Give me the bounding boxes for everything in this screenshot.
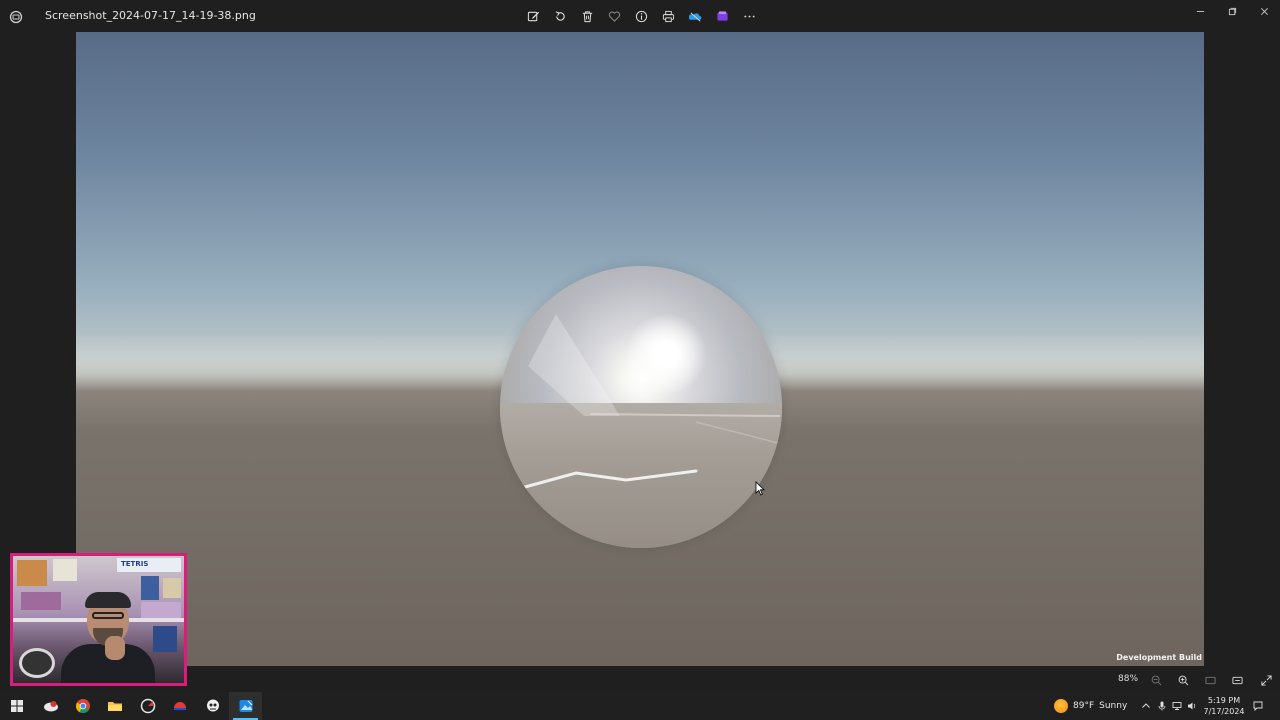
zoom-level[interactable]: 88% [1118,674,1138,684]
fit-to-window-icon[interactable] [1230,673,1244,687]
minimize-icon[interactable] [1184,0,1216,22]
sun-icon [1054,699,1068,713]
clock-time: 5:19 PM [1207,696,1241,705]
wall-poster [163,578,181,598]
zoom-in-icon[interactable] [1176,673,1190,687]
info-icon[interactable] [632,7,651,25]
wall-poster [53,559,77,581]
app-icon[interactable] [163,692,196,720]
network-icon[interactable] [1171,700,1183,712]
file-name-title: Screenshot_2024-07-17_14-19-38.png [45,9,256,22]
chrome-sphere [500,266,782,548]
development-build-label: Development Build [1116,653,1202,662]
wall-poster [153,626,177,652]
zoom-out-icon[interactable] [1149,673,1163,687]
weather-widget[interactable]: 89°F Sunny [1054,699,1127,713]
notifications-icon[interactable] [1252,700,1264,712]
photos-app-icon [9,9,23,24]
onedrive-icon[interactable] [686,7,705,25]
actual-size-icon[interactable] [1203,673,1217,687]
window-controls [1184,0,1280,22]
maximize-icon[interactable] [1216,0,1248,22]
print-icon[interactable] [659,7,678,25]
volume-icon[interactable] [1186,700,1198,712]
edit-icon[interactable] [524,7,543,25]
drum-kit [19,648,55,678]
webcam-overlay: TETRIS [10,553,187,686]
clock-date: 7/17/2024 [1203,707,1245,716]
system-clock[interactable]: 5:19 PM 7/17/2024 [1200,695,1248,717]
weather-condition: Sunny [1099,701,1128,711]
rotate-icon[interactable] [551,7,570,25]
start-icon[interactable] [0,692,33,720]
weather-temperature: 89°F [1073,701,1095,711]
full-screen-icon[interactable] [1259,673,1273,687]
close-icon[interactable] [1248,0,1280,22]
file-explorer-icon[interactable] [98,692,131,720]
clipchamp-icon[interactable] [713,7,732,25]
photos-icon[interactable] [229,692,262,720]
person-glasses [92,612,124,619]
wall-poster [17,560,47,586]
person-hand [105,636,125,660]
image-canvas[interactable]: Development Build [76,32,1204,666]
app-icon[interactable] [131,692,164,720]
photos-app-window: Screenshot_2024-07-17_14-19-38.png Devel… [0,0,1280,692]
microphone-icon[interactable] [1156,700,1168,712]
title-bar: Screenshot_2024-07-17_14-19-38.png [0,0,1280,32]
chevron-up-icon[interactable] [1140,700,1152,712]
delete-icon[interactable] [578,7,597,25]
windows-taskbar: 89°F Sunny 5:19 PM 7/17/2024 [0,692,1280,720]
mouse-cursor-icon [755,481,765,496]
sphere-reflection-lines [512,314,782,492]
chrome-icon[interactable] [66,692,99,720]
shelf-figures [21,592,61,610]
image-toolbar [524,7,759,25]
wall-poster [141,576,159,600]
status-bar: 88% [0,668,1280,692]
favorite-icon[interactable] [605,7,624,25]
tetris-poster-text: TETRIS [121,560,149,568]
more-icon[interactable] [740,7,759,25]
app-icon[interactable] [196,692,229,720]
app-icon[interactable] [34,692,67,720]
person-cap [85,592,131,608]
